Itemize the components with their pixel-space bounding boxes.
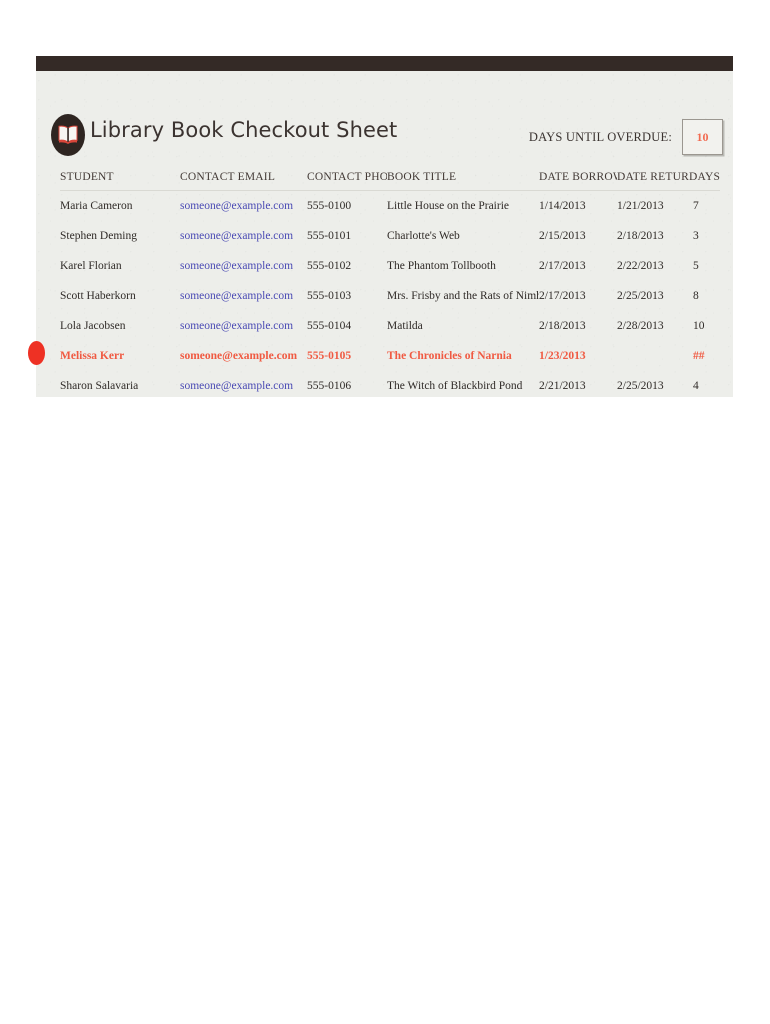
column-header-phone[interactable]: CONTACT PHON xyxy=(307,171,387,191)
cell-date-borrowed[interactable]: 1/14/2013 xyxy=(539,191,617,222)
cell-date-returned[interactable] xyxy=(617,341,689,371)
cell-book-title[interactable]: The Witch of Blackbird Pond xyxy=(387,371,539,401)
cell-date-borrowed[interactable]: 2/15/2013 xyxy=(539,221,617,251)
table-header-row: STUDENT CONTACT EMAIL CONTACT PHON BOOK … xyxy=(60,171,720,191)
cell-date-borrowed[interactable]: 2/17/2013 xyxy=(539,281,617,311)
column-header-date-returned[interactable]: DATE RETURNE xyxy=(617,171,689,191)
cell-days[interactable]: 8 xyxy=(689,281,720,311)
email-link[interactable]: someone@example.com xyxy=(180,200,293,212)
cell-date-returned[interactable]: 2/25/2013 xyxy=(617,281,689,311)
cell-phone[interactable]: 555-0102 xyxy=(307,251,387,281)
cell-email[interactable]: someone@example.com xyxy=(180,371,307,401)
cell-email[interactable]: someone@example.com xyxy=(180,341,307,371)
cell-student[interactable]: Scott Haberkorn xyxy=(60,281,180,311)
cell-book-title[interactable]: The Chronicles of Narnia xyxy=(387,341,539,371)
sheet-header: Library Book Checkout Sheet DAYS UNTIL O… xyxy=(36,71,733,171)
email-link[interactable]: someone@example.com xyxy=(180,230,293,242)
column-header-book-title[interactable]: BOOK TITLE xyxy=(387,171,539,191)
cell-days[interactable]: 3 xyxy=(689,221,720,251)
table-row[interactable]: Stephen Deming someone@example.com 555-010… xyxy=(60,221,720,251)
cell-days[interactable]: 4 xyxy=(689,371,720,401)
cell-email[interactable]: someone@example.com xyxy=(180,191,307,222)
cell-days[interactable]: 5 xyxy=(689,251,720,281)
email-link[interactable]: someone@example.com xyxy=(180,380,293,392)
days-until-overdue-label: DAYS UNTIL OVERDUE: xyxy=(528,129,672,144)
email-link[interactable]: someone@example.com xyxy=(180,350,297,362)
cell-phone[interactable]: 555-0103 xyxy=(307,281,387,311)
cell-date-returned[interactable]: 1/21/2013 xyxy=(617,191,689,222)
cell-days[interactable]: 7 xyxy=(689,191,720,222)
column-header-days[interactable]: DAYS xyxy=(689,171,720,191)
cell-book-title[interactable]: Matilda xyxy=(387,311,539,341)
table-body: Maria Cameron someone@example.com 555-0100… xyxy=(60,191,720,402)
email-link[interactable]: someone@example.com xyxy=(180,290,293,302)
cell-email[interactable]: someone@example.com xyxy=(180,311,307,341)
cell-email[interactable]: someone@example.com xyxy=(180,251,307,281)
cell-date-returned[interactable]: 2/18/2013 xyxy=(617,221,689,251)
cell-student[interactable]: Lola Jacobsen xyxy=(60,311,180,341)
cell-date-returned[interactable]: 2/28/2013 xyxy=(617,311,689,341)
cell-days[interactable]: ## xyxy=(689,341,720,371)
table-row[interactable]: Lola Jacobsen someone@example.com 555-0104… xyxy=(60,311,720,341)
sheet-top-bar xyxy=(36,56,733,71)
cell-date-borrowed[interactable]: 2/17/2013 xyxy=(539,251,617,281)
days-until-overdue-value: 10 xyxy=(696,129,709,144)
cell-phone[interactable]: 555-0105 xyxy=(307,341,387,371)
page-title: Library Book Checkout Sheet xyxy=(90,118,398,142)
column-header-date-borrowed[interactable]: DATE BORROWI xyxy=(539,171,617,191)
cell-phone[interactable]: 555-0104 xyxy=(307,311,387,341)
cell-email[interactable]: someone@example.com xyxy=(180,221,307,251)
email-link[interactable]: someone@example.com xyxy=(180,260,293,272)
email-link[interactable]: someone@example.com xyxy=(180,320,293,332)
cell-days[interactable]: 10 xyxy=(689,311,720,341)
checkout-table: STUDENT CONTACT EMAIL CONTACT PHON BOOK … xyxy=(60,171,720,401)
days-until-overdue-control: DAYS UNTIL OVERDUE: 10 xyxy=(529,119,723,155)
cell-book-title[interactable]: The Phantom Tollbooth xyxy=(387,251,539,281)
cell-student[interactable]: Melissa Kerr xyxy=(60,341,180,371)
table-row[interactable]: Melissa Kerr someone@example.com 555-0105 T… xyxy=(60,341,720,371)
cell-date-returned[interactable]: 2/22/2013 xyxy=(617,251,689,281)
table-row[interactable]: Karel Florian someone@example.com 555-0102… xyxy=(60,251,720,281)
table-row[interactable]: Scott Haberkorn someone@example.com 555-01… xyxy=(60,281,720,311)
cell-student[interactable]: Karel Florian xyxy=(60,251,180,281)
cell-phone[interactable]: 555-0106 xyxy=(307,371,387,401)
overdue-flag-icon xyxy=(28,341,45,365)
cell-student[interactable]: Stephen Deming xyxy=(60,221,180,251)
cell-student[interactable]: Sharon Salavaria xyxy=(60,371,180,401)
cell-book-title[interactable]: Mrs. Frisby and the Rats of Nimh xyxy=(387,281,539,311)
cell-student[interactable]: Maria Cameron xyxy=(60,191,180,222)
cell-date-returned[interactable]: 2/25/2013 xyxy=(617,371,689,401)
cell-date-borrowed[interactable]: 1/23/2013 xyxy=(539,341,617,371)
open-book-icon xyxy=(51,114,85,156)
column-header-email[interactable]: CONTACT EMAIL xyxy=(180,171,307,191)
cell-phone[interactable]: 555-0101 xyxy=(307,221,387,251)
cell-date-borrowed[interactable]: 2/21/2013 xyxy=(539,371,617,401)
cell-date-borrowed[interactable]: 2/18/2013 xyxy=(539,311,617,341)
checkout-sheet: Library Book Checkout Sheet DAYS UNTIL O… xyxy=(28,56,733,397)
table-row[interactable]: Sharon Salavaria someone@example.com 555-0… xyxy=(60,371,720,401)
cell-phone[interactable]: 555-0100 xyxy=(307,191,387,222)
days-until-overdue-input[interactable]: 10 xyxy=(682,119,723,155)
cell-email[interactable]: someone@example.com xyxy=(180,281,307,311)
table-row[interactable]: Maria Cameron someone@example.com 555-0100… xyxy=(60,191,720,222)
cell-book-title[interactable]: Charlotte's Web xyxy=(387,221,539,251)
column-header-student[interactable]: STUDENT xyxy=(60,171,180,191)
cell-book-title[interactable]: Little House on the Prairie xyxy=(387,191,539,222)
